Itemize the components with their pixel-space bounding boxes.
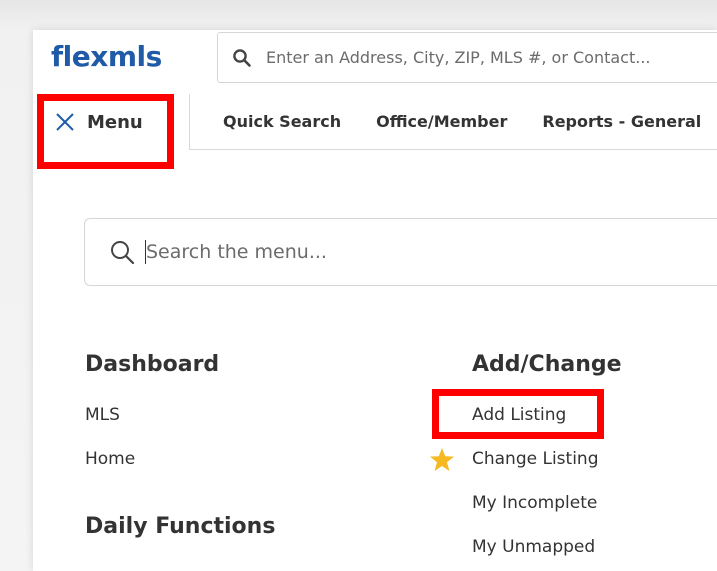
- section-title-dashboard: Dashboard: [85, 352, 220, 377]
- search-icon: [233, 48, 251, 67]
- flexmls-logo[interactable]: flexmls: [51, 40, 162, 73]
- search-icon: [111, 241, 135, 265]
- highlight-box-add-listing: [432, 389, 604, 439]
- menu-search-input[interactable]: Search the menu...: [84, 218, 717, 286]
- section-title-daily-functions: Daily Functions: [85, 514, 276, 539]
- tab-office-member[interactable]: Office/Member: [376, 112, 507, 131]
- menu-item-my-incomplete[interactable]: My Incomplete: [472, 493, 597, 513]
- menu-search-placeholder: Search the menu...: [146, 241, 327, 263]
- global-search-bar[interactable]: Enter an Address, City, ZIP, MLS #, or C…: [217, 32, 717, 83]
- menu-item-home[interactable]: Home: [85, 449, 135, 469]
- menu-item-mls[interactable]: MLS: [85, 405, 120, 425]
- menu-item-change-listing[interactable]: Change Listing: [472, 449, 599, 469]
- highlight-box-menu: [37, 94, 174, 169]
- nav-tabs: Quick Search Office/Member Reports - Gen…: [189, 94, 717, 150]
- top-bar: flexmls Enter an Address, City, ZIP, MLS…: [33, 30, 717, 90]
- tab-reports-general[interactable]: Reports - General: [542, 112, 701, 131]
- star-icon[interactable]: [429, 447, 455, 473]
- menu-item-my-unmapped[interactable]: My Unmapped: [472, 537, 595, 557]
- section-title-add-change: Add/Change: [472, 352, 622, 377]
- tab-quick-search[interactable]: Quick Search: [223, 112, 341, 131]
- global-search-placeholder: Enter an Address, City, ZIP, MLS #, or C…: [266, 48, 651, 67]
